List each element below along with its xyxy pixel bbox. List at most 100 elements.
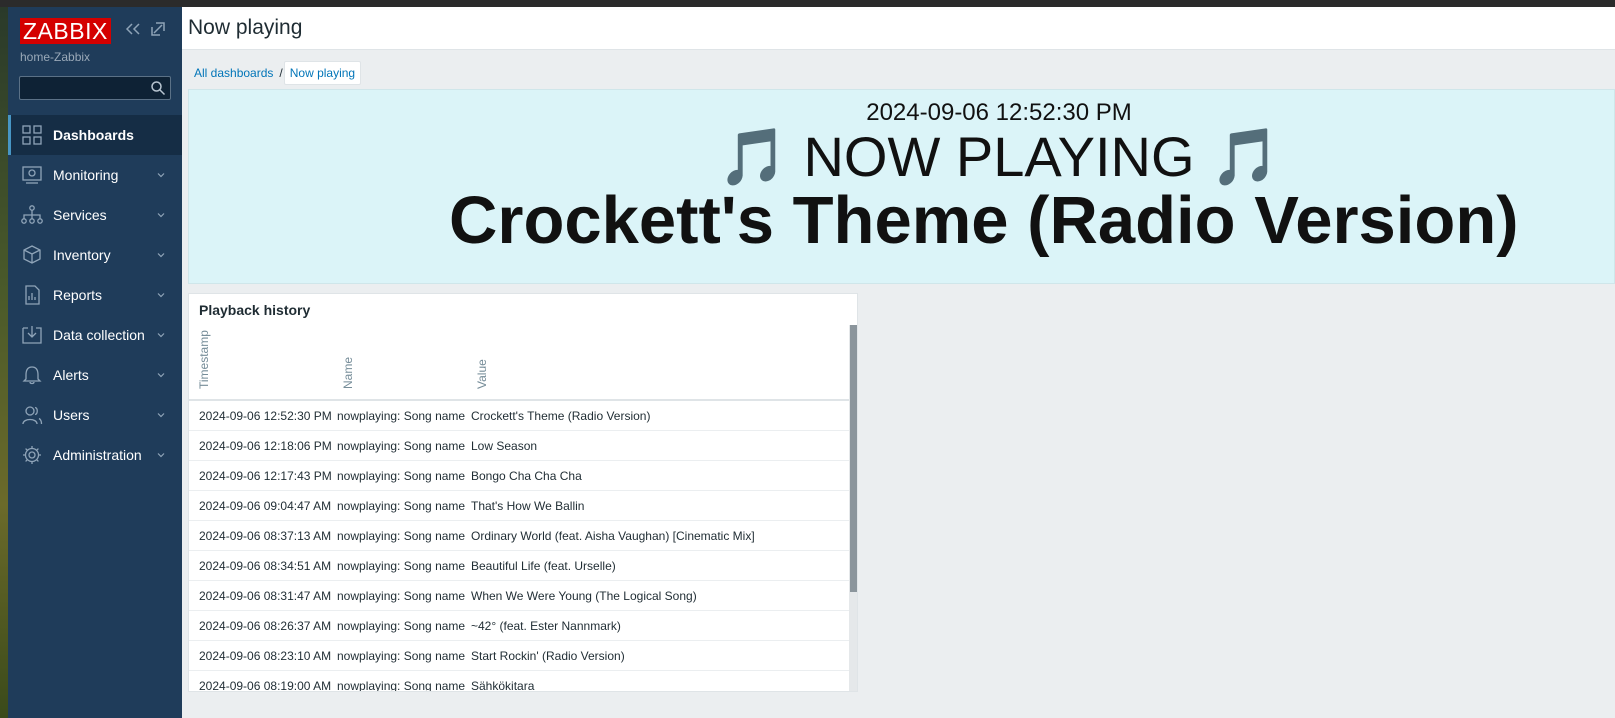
cell-name: nowplaying: Song name	[337, 529, 466, 543]
chevron-down-icon	[157, 373, 165, 378]
cell-timestamp: 2024-09-06 08:31:47 AM	[199, 589, 332, 603]
cell-value: Start Rockin' (Radio Version)	[471, 649, 625, 663]
cell-timestamp: 2024-09-06 12:18:06 PM	[199, 439, 332, 453]
table-row: 2024-09-06 08:19:00 AM nowplaying: Song n…	[189, 671, 849, 692]
sidebar-item-label: Users	[53, 407, 90, 423]
cell-timestamp: 2024-09-06 08:34:51 AM	[199, 559, 332, 573]
breadcrumb-separator: /	[279, 65, 283, 80]
sidebar-item-label: Services	[53, 207, 107, 223]
cell-timestamp: 2024-09-06 08:23:10 AM	[199, 649, 332, 663]
cell-name: nowplaying: Song name	[337, 559, 466, 573]
cell-name: nowplaying: Song name	[337, 469, 466, 483]
chevron-down-icon	[157, 173, 165, 178]
alerts-icon	[22, 366, 42, 385]
sidebar-item-administration[interactable]: Administration	[8, 435, 182, 475]
sidebar-item-label: Dashboards	[53, 127, 134, 143]
cell-name: nowplaying: Song name	[337, 409, 466, 423]
sidebar-item-label: Monitoring	[53, 167, 119, 183]
chevron-down-icon	[157, 413, 165, 418]
cell-timestamp: 2024-09-06 08:37:13 AM	[199, 529, 332, 543]
playback-history-widget: Playback history Timestamp Name Value 20…	[188, 293, 858, 692]
now-playing-widget: 2024-09-06 12:52:30 PM 🎵 NOW PLAYING 🎵 C…	[188, 89, 1615, 284]
cell-timestamp: 2024-09-06 08:19:00 AM	[199, 679, 332, 692]
sidebar-item-label: Reports	[53, 287, 103, 303]
cell-name: nowplaying: Song name	[337, 439, 466, 453]
cell-value: Bongo Cha Cha Cha	[471, 469, 582, 483]
table-header: Timestamp Name Value	[189, 325, 849, 401]
sidebar-item-label: Alerts	[53, 367, 89, 383]
scrollbar-thumb[interactable]	[850, 325, 857, 592]
chevron-down-icon	[157, 453, 165, 458]
search-input[interactable]	[24, 79, 144, 97]
sidebar-item-monitoring[interactable]: Monitoring	[8, 155, 182, 195]
cell-timestamp: 2024-09-06 12:17:43 PM	[199, 469, 332, 483]
cell-name: nowplaying: Song name	[337, 649, 466, 663]
breadcrumb-current[interactable]: Now playing	[283, 60, 362, 85]
table-row: 2024-09-06 08:26:37 AM nowplaying: Song n…	[189, 611, 849, 641]
cell-value: ~42° (feat. Ester Nannmark)	[471, 619, 621, 633]
now-playing-heading: 🎵 NOW PLAYING 🎵	[718, 125, 1280, 188]
desktop-top-edge	[0, 0, 1615, 7]
main-navigation: Dashboards Monitoring Services Inventory…	[8, 115, 182, 475]
sidebar-search	[19, 76, 171, 100]
history-table-body: 2024-09-06 12:52:30 PM nowplaying: Song n…	[189, 401, 849, 692]
page-title: Now playing	[188, 16, 303, 39]
table-row: 2024-09-06 12:17:43 PM nowplaying: Song n…	[189, 461, 849, 491]
cell-value: Low Season	[471, 439, 538, 453]
table-row: 2024-09-06 08:37:13 AM nowplaying: Song n…	[189, 521, 849, 551]
sidebar-item-label: Administration	[53, 447, 142, 463]
search-icon[interactable]	[150, 80, 166, 96]
cell-value: Crockett's Theme (Radio Version)	[471, 409, 651, 423]
now-playing-timestamp: 2024-09-06 12:52:30 PM	[866, 99, 1132, 126]
sidebar-item-inventory[interactable]: Inventory	[8, 235, 182, 275]
sidebar-item-alerts[interactable]: Alerts	[8, 355, 182, 395]
sidebar: ZABBIX home-Zabbix Dashboards Monitoring…	[8, 7, 182, 718]
breadcrumb-all-dashboards[interactable]: All dashboards	[189, 66, 278, 80]
sidebar-item-dashboards[interactable]: Dashboards	[8, 115, 182, 155]
sidebar-item-users[interactable]: Users	[8, 395, 182, 435]
cell-name: nowplaying: Song name	[337, 589, 466, 603]
cell-name: nowplaying: Song name	[337, 499, 466, 513]
now-playing-song: Crockett's Theme (Radio Version)	[449, 183, 1519, 258]
chevron-down-icon	[157, 253, 165, 258]
cell-name: nowplaying: Song name	[337, 679, 466, 692]
gear-icon	[23, 446, 41, 464]
column-header-name: Name	[341, 356, 355, 389]
chevron-down-icon	[157, 293, 165, 298]
cell-value: That's How We Ballin	[471, 499, 585, 513]
cell-value: When We Were Young (The Logical Song)	[471, 589, 697, 603]
sidebar-item-data-collection[interactable]: Data collection	[8, 315, 182, 355]
scrollbar[interactable]	[849, 325, 857, 691]
widget-title: Playback history	[199, 302, 311, 318]
table-row: 2024-09-06 09:04:47 AM nowplaying: Song n…	[189, 491, 849, 521]
column-header-timestamp: Timestamp	[197, 330, 211, 389]
column-header-value: Value	[475, 359, 489, 389]
sidebar-item-reports[interactable]: Reports	[8, 275, 182, 315]
table-row: 2024-09-06 12:52:30 PM nowplaying: Song n…	[189, 401, 849, 431]
cell-value: Ordinary World (feat. Aisha Vaughan) [Ci…	[471, 529, 755, 543]
cell-timestamp: 2024-09-06 12:52:30 PM	[199, 409, 332, 423]
table-row: 2024-09-06 08:31:47 AM nowplaying: Song n…	[189, 581, 849, 611]
cell-name: nowplaying: Song name	[337, 619, 466, 633]
cell-value: Sähkökitara	[471, 679, 535, 692]
zabbix-logo[interactable]: ZABBIX	[20, 18, 111, 44]
users-icon	[22, 406, 43, 425]
desktop-left-edge	[0, 7, 8, 718]
monitoring-icon	[22, 166, 42, 184]
cell-value: Beautiful Life (feat. Urselle)	[471, 559, 616, 573]
inventory-icon	[23, 245, 41, 264]
chevron-down-icon	[157, 213, 165, 218]
cell-timestamp: 2024-09-06 08:26:37 AM	[199, 619, 332, 633]
chevron-down-icon	[157, 333, 165, 338]
page-header: Now playing	[182, 7, 1615, 50]
sidebar-item-services[interactable]: Services	[8, 195, 182, 235]
table-row: 2024-09-06 08:23:10 AM nowplaying: Song n…	[189, 641, 849, 671]
collapse-sidebar-icon[interactable]	[124, 20, 142, 38]
main-content: Now playing All dashboards / Now playing…	[182, 7, 1615, 718]
cell-timestamp: 2024-09-06 09:04:47 AM	[199, 499, 332, 513]
server-name: home-Zabbix	[20, 50, 91, 64]
sidebar-item-label: Data collection	[53, 327, 145, 343]
kiosk-mode-icon[interactable]	[149, 20, 167, 38]
data-collection-icon	[22, 326, 42, 344]
table-row: 2024-09-06 12:18:06 PM nowplaying: Song n…	[189, 431, 849, 461]
